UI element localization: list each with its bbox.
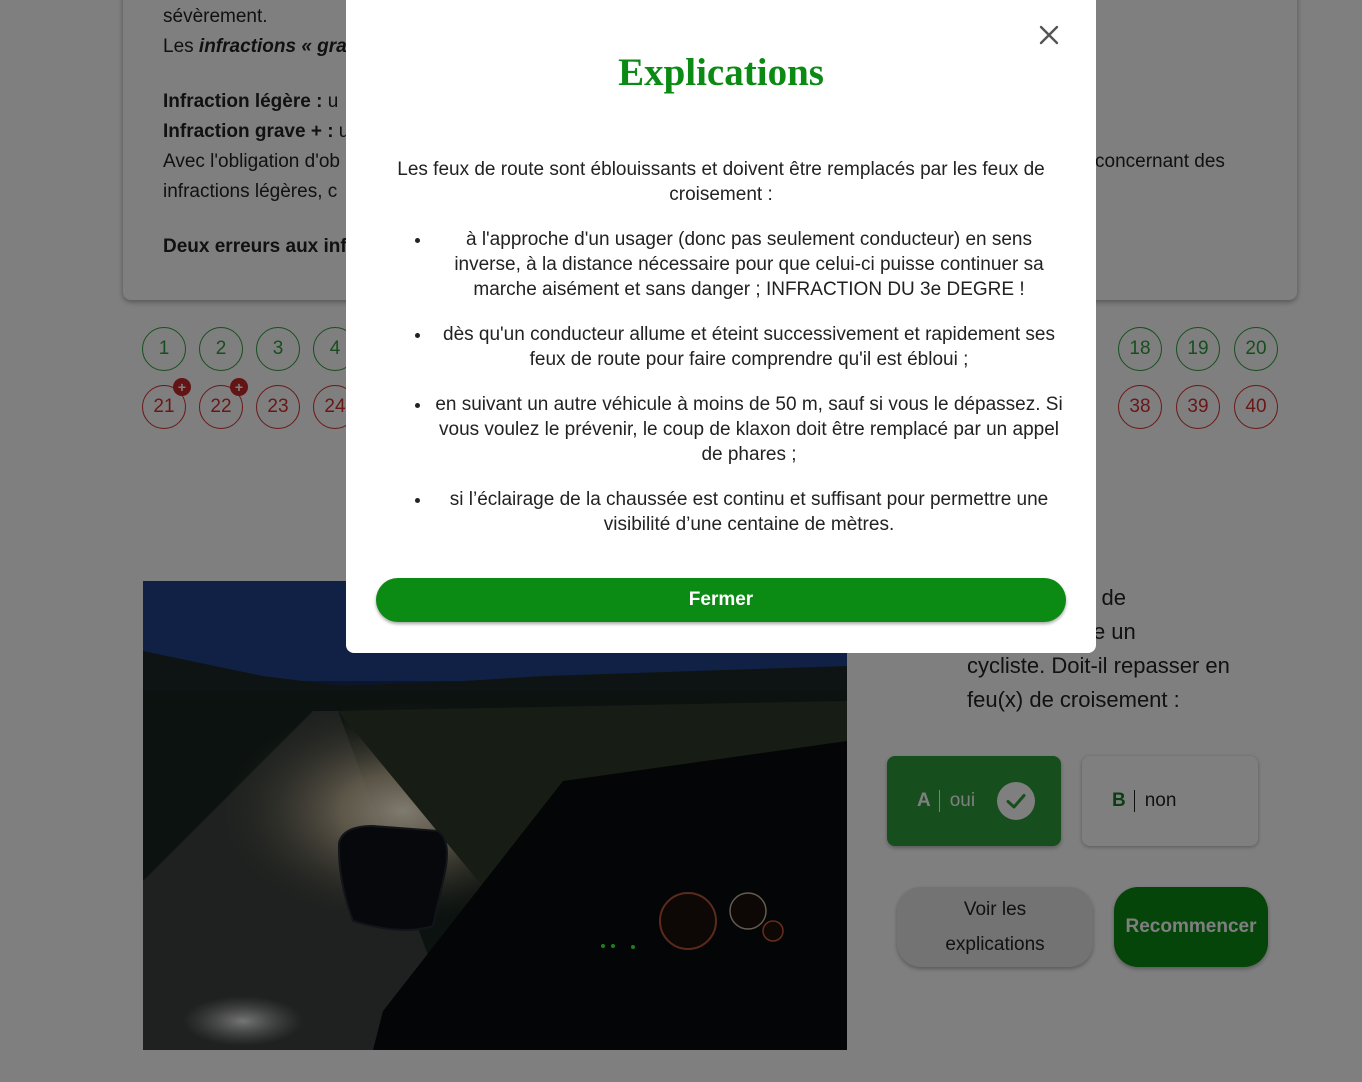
- explanations-list: à l'approche d'un usager (donc pas seule…: [376, 227, 1066, 557]
- close-icon[interactable]: [1032, 18, 1066, 52]
- modal-title: Explications: [618, 51, 824, 94]
- close-button[interactable]: Fermer: [376, 578, 1066, 622]
- list-item: si l’éclairage de la chaussée est contin…: [432, 487, 1066, 537]
- list-item: dès qu'un conducteur allume et éteint su…: [432, 322, 1066, 372]
- modal-intro-text: Les feux de route sont éblouissants et d…: [397, 159, 1045, 205]
- explanations-modal: Explications Les feux de route sont éblo…: [346, 0, 1096, 653]
- list-item: à l'approche d'un usager (donc pas seule…: [432, 227, 1066, 302]
- list-item: en suivant un autre véhicule à moins de …: [432, 392, 1066, 467]
